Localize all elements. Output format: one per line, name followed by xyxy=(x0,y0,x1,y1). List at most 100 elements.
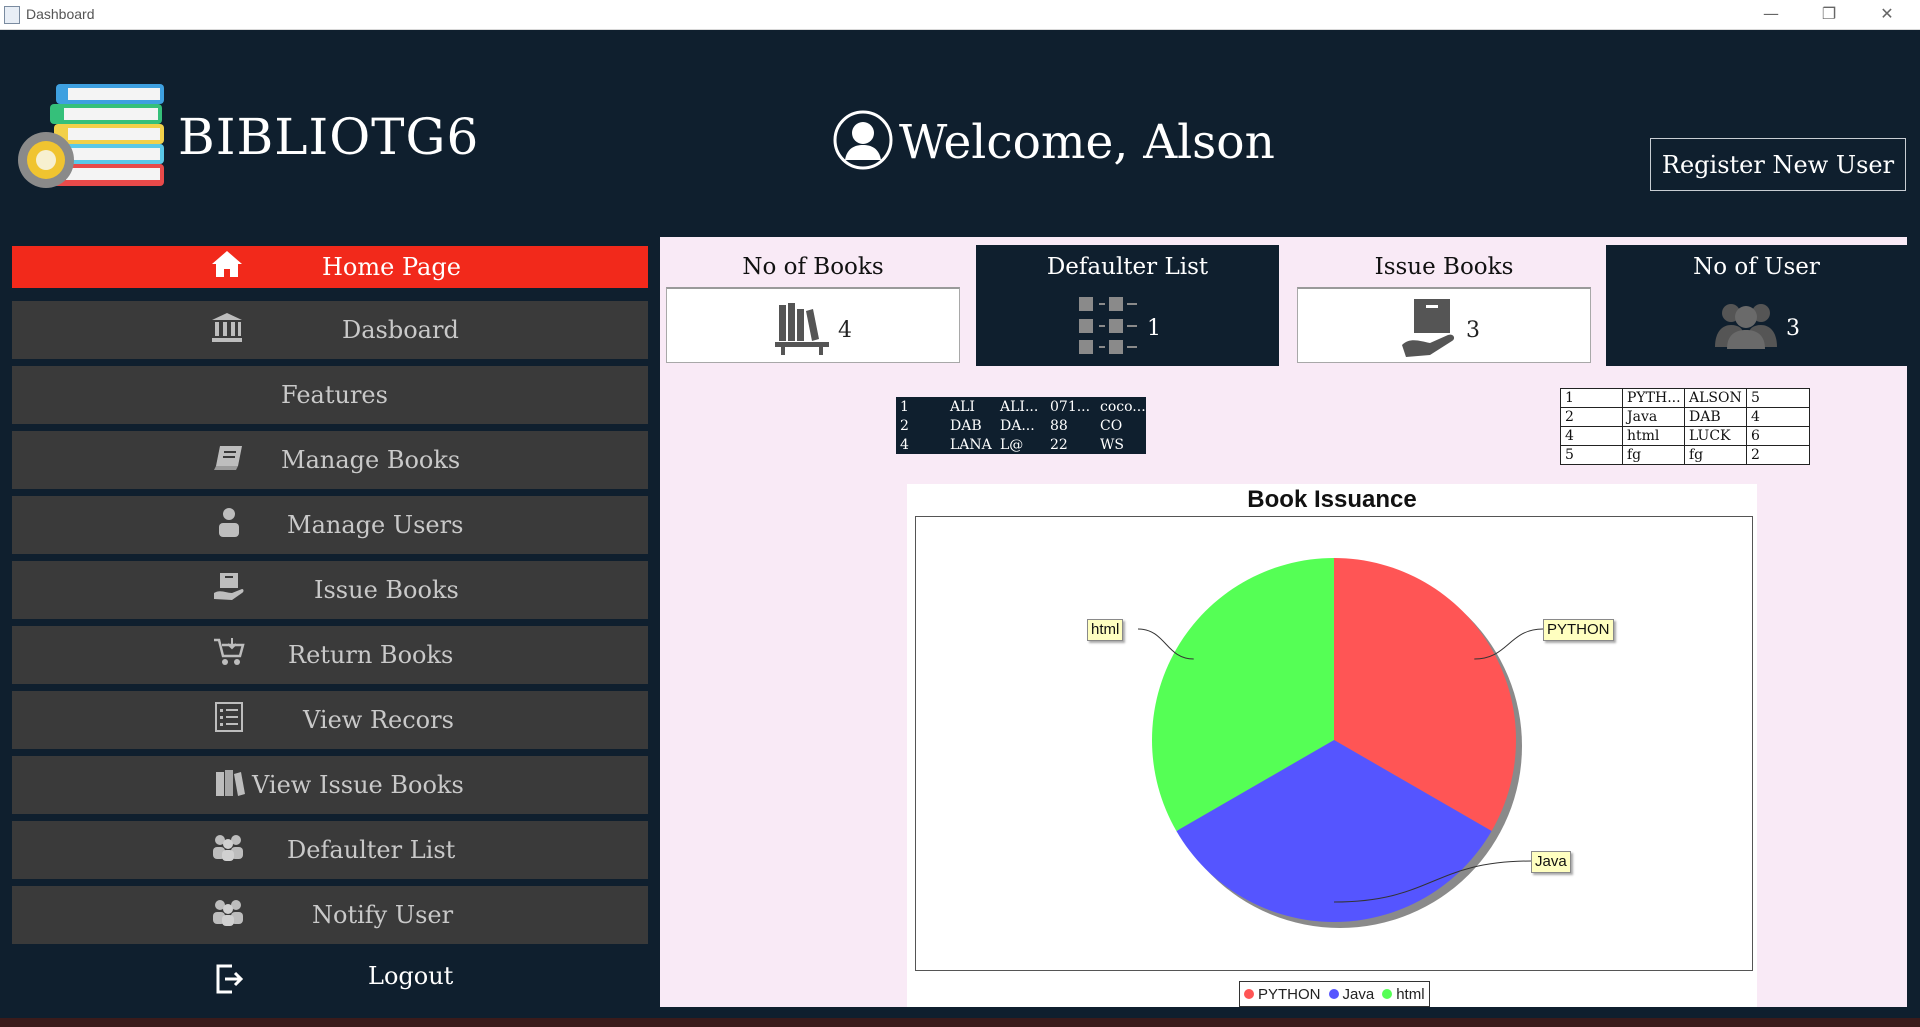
cart-icon xyxy=(212,636,246,674)
table-row[interactable]: 2 DAB DA... 88 CO xyxy=(896,416,1146,435)
table-row[interactable]: 1 PYTH... ALSON 5 xyxy=(1560,388,1810,408)
card-defaulter-list: Defaulter List 1 xyxy=(976,245,1279,366)
pie-chart xyxy=(1137,558,1544,928)
sidebar-item-label: Dasboard xyxy=(342,316,459,344)
card-title: Defaulter List xyxy=(1046,254,1209,280)
table-cell: 22 xyxy=(1050,436,1068,453)
pie-label-python: PYTHON xyxy=(1543,619,1614,641)
table-row[interactable]: 4 html LUCK 6 xyxy=(1560,426,1810,446)
sidebar-item-home-page[interactable]: Home Page xyxy=(12,246,648,288)
sidebar-item-label: View Recors xyxy=(303,706,454,734)
group-icon xyxy=(210,832,246,868)
welcome-text: Welcome, Alson xyxy=(899,114,1275,170)
sidebar-item-features[interactable]: Features xyxy=(12,366,648,424)
card-issue-books: Issue Books 3 xyxy=(1294,245,1594,366)
chart-plot-area: PYTHON Java html xyxy=(915,516,1753,971)
logout-button[interactable]: Logout xyxy=(12,950,648,1008)
table-cell: Java xyxy=(1622,407,1685,427)
table-cell: ALI... xyxy=(1000,398,1039,415)
table-cell: 071... xyxy=(1050,398,1091,415)
sidebar-item-notify-user[interactable]: Notify User xyxy=(12,886,648,944)
book-table: 1 PYTH... ALSON 5 2 Java DAB 4 4 html LU… xyxy=(1560,388,1810,465)
welcome-banner: Welcome, Alson xyxy=(833,110,1275,174)
table-cell: 2 xyxy=(1560,407,1623,427)
defaulter-table: 1 ALI ALI... 071... coco... 2 DAB DA... … xyxy=(896,397,1146,454)
table-cell: fg xyxy=(1622,445,1685,465)
sidebar-item-manage-books[interactable]: Manage Books xyxy=(12,431,648,489)
card-title: No of Books xyxy=(742,254,884,280)
table-cell: 4 xyxy=(1746,407,1810,427)
sidebar-item-label: Defaulter List xyxy=(287,836,456,864)
app-logo-icon xyxy=(16,76,168,194)
chart-legend: PYTHON Java html xyxy=(1239,981,1430,1007)
logout-label: Logout xyxy=(368,962,454,990)
sidebar-item-label: Manage Users xyxy=(287,511,464,539)
legend-label-html: html xyxy=(1396,985,1425,1003)
close-icon[interactable]: ✕ xyxy=(1858,0,1916,29)
sidebar-item-return-books[interactable]: Return Books xyxy=(12,626,648,684)
book-issuance-chart: Book Issuance PYTHON Java html PYTHON Ja… xyxy=(907,484,1757,1007)
table-cell: 4 xyxy=(900,436,909,453)
card-value: 4 xyxy=(838,318,852,343)
card-body: 3 xyxy=(1297,287,1591,363)
sidebar-item-label: Home Page xyxy=(322,253,461,281)
books-stack-icon xyxy=(214,766,246,804)
group-icon xyxy=(210,897,246,933)
table-cell: 1 xyxy=(900,398,909,415)
sidebar-item-label: Issue Books xyxy=(314,576,459,604)
legend-label-java: Java xyxy=(1342,985,1375,1003)
sidebar-item-label: View Issue Books xyxy=(252,771,464,799)
checklist-icon xyxy=(1077,295,1141,361)
user-avatar-icon xyxy=(833,110,893,174)
table-cell: 2 xyxy=(1746,445,1810,465)
table-cell: DAB xyxy=(1684,407,1747,427)
table-cell: DAB xyxy=(950,417,982,434)
sidebar-item-label: Return Books xyxy=(288,641,454,669)
card-title: No of User xyxy=(1693,254,1820,280)
legend-swatch-java xyxy=(1328,989,1339,999)
table-cell: 6 xyxy=(1746,426,1810,446)
chart-title: Book Issuance xyxy=(1247,486,1417,513)
bank-icon xyxy=(210,311,244,349)
logout-icon xyxy=(214,962,244,1002)
table-row[interactable]: 4 LANA L@ 22 WS xyxy=(896,435,1146,454)
window-title: Dashboard xyxy=(26,6,95,22)
table-cell: 4 xyxy=(1560,426,1623,446)
card-body: 1 xyxy=(979,287,1276,363)
pie-label-java: Java xyxy=(1531,851,1571,873)
legend-label-python: PYTHON xyxy=(1258,985,1321,1003)
bookshelf-icon xyxy=(773,299,831,361)
card-value: 3 xyxy=(1786,316,1800,341)
table-row[interactable]: 2 Java DAB 4 xyxy=(1560,407,1810,427)
sidebar-item-view-records[interactable]: View Recors xyxy=(12,691,648,749)
user-icon xyxy=(216,506,242,544)
table-cell: L@ xyxy=(1000,436,1024,453)
card-no-of-user: No of User 3 xyxy=(1606,245,1907,366)
card-body: 4 xyxy=(666,287,960,363)
sidebar-item-defaulter-list[interactable]: Defaulter List xyxy=(12,821,648,879)
sidebar-item-label: Features xyxy=(281,381,388,409)
legend-swatch-html xyxy=(1382,989,1393,999)
table-row[interactable]: 1 ALI ALI... 071... coco... xyxy=(896,397,1146,416)
book-icon xyxy=(212,442,246,478)
app-name: BIBLIOTG6 xyxy=(178,108,480,166)
list-icon xyxy=(214,701,244,739)
table-row[interactable]: 5 fg fg 2 xyxy=(1560,445,1810,465)
minimize-icon[interactable]: — xyxy=(1742,0,1800,29)
legend-swatch-python xyxy=(1244,989,1254,999)
sidebar-item-issue-books[interactable]: Issue Books xyxy=(12,561,648,619)
sidebar-item-view-issue-books[interactable]: View Issue Books xyxy=(12,756,648,814)
table-cell: 2 xyxy=(900,417,909,434)
table-cell: LUCK xyxy=(1684,426,1747,446)
table-cell: PYTH... xyxy=(1622,388,1685,408)
register-new-user-button[interactable]: Register New User xyxy=(1650,138,1906,191)
table-cell: fg xyxy=(1684,445,1747,465)
sidebar-item-manage-users[interactable]: Manage Users xyxy=(12,496,648,554)
table-cell: LANA xyxy=(950,436,992,453)
table-cell: 5 xyxy=(1560,445,1623,465)
restore-icon[interactable]: ❐ xyxy=(1800,0,1858,29)
taskbar-strip xyxy=(0,1018,1920,1027)
table-cell: 5 xyxy=(1746,388,1810,408)
sidebar-item-dashboard[interactable]: Dasboard xyxy=(12,301,648,359)
table-cell: coco... xyxy=(1100,398,1146,415)
